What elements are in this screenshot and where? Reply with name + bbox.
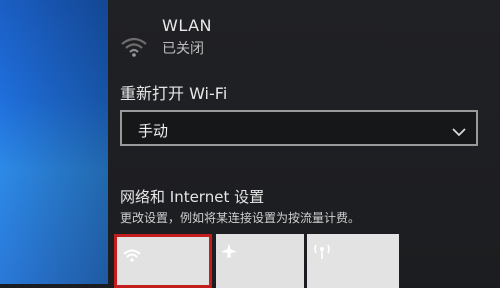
airplane-mode-quick-action[interactable] [216,234,304,288]
mobile-hotspot-quick-action[interactable] [307,234,399,288]
desktop-shade [0,0,108,284]
wifi-off-icon [120,34,148,58]
wlan-title: WLAN [162,16,213,35]
wifi-quick-action[interactable] [114,234,212,288]
wifi-icon [123,247,141,267]
mobile-hotspot-icon [313,242,331,264]
wlan-status: 已关闭 [162,41,204,57]
network-settings-link[interactable]: 网络和 Internet 设置 [120,186,264,207]
chevron-down-icon [452,122,466,137]
airplane-icon [220,242,238,264]
dropdown-selected-value: 手动 [138,122,169,140]
reopen-wifi-dropdown[interactable]: 手动 [120,110,478,146]
network-settings-description: 更改设置，例如将某连接设置为按流量计费。 [120,211,361,225]
reopen-wifi-label: 重新打开 Wi-Fi [120,84,228,103]
wlan-toggle[interactable]: WLAN 已关闭 [120,16,400,62]
